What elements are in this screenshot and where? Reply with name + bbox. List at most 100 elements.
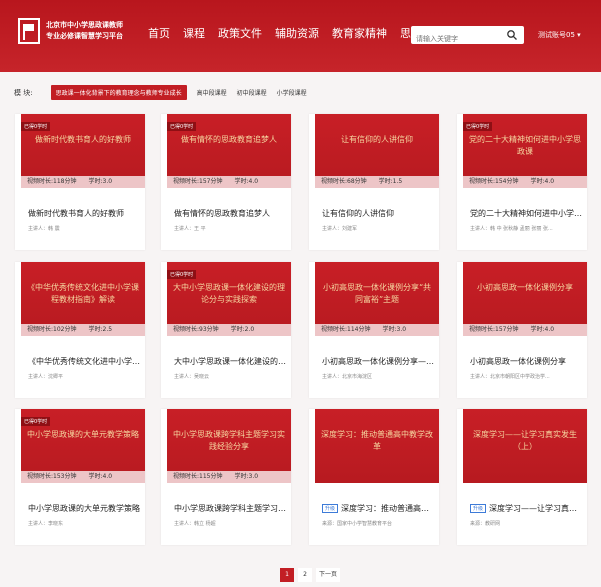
course-title-text: 做有情怀的思政教育追梦人	[174, 209, 270, 218]
course-speaker: 主讲人：刘建军	[322, 226, 358, 232]
course-card[interactable]: 《中华优秀传统文化进中小学课程教材指南》解读视频时长:102分钟 学时:2.5 《…	[15, 262, 145, 398]
pagination: 1 2 下一页	[280, 568, 340, 582]
course-card[interactable]: 做新时代教书育人的好教师 已得0学时视频时长:118分钟 学时:3.0 做新时代教书…	[15, 114, 145, 250]
course-card[interactable]: 让有信仰的人讲信仰 视频时长:68分钟 学时:1.5 让有信仰的人讲信仰 主讲人：刘建…	[309, 114, 439, 250]
filter-chip-middle-school[interactable]: 初中段课程	[237, 88, 267, 97]
course-speaker: 主讲人：北京市朝阳区中学政治学...	[470, 374, 550, 380]
course-title[interactable]: 大中小学思政课一体化建设的理...	[174, 356, 288, 367]
course-title-text: 大中小学思政课一体化建设的理...	[174, 357, 288, 366]
thumbnail-title: 深度学习——让学习真实发生（上）	[473, 430, 577, 451]
nav-home[interactable]: 首页	[148, 25, 170, 41]
course-meta: 视频时长:154分钟 学时:4.0	[463, 176, 587, 188]
course-title-text: 让有信仰的人讲信仰	[322, 209, 394, 218]
course-title-text: 小初高思政一体化课例分享——...	[322, 357, 436, 366]
earned-hours-badge: 已得0学时	[167, 122, 197, 131]
course-meta: 视频时长:114分钟 学时:3.0	[315, 324, 439, 336]
course-meta: 视频时长:157分钟 学时:4.0	[463, 324, 587, 336]
thumbnail-title: 小初高思政一体化课例分享“共同富裕”主题	[322, 283, 432, 304]
thumbnail-title: 做有情怀的思政教育追梦人	[181, 135, 277, 144]
course-meta: 视频时长:157分钟 学时:4.0	[167, 176, 291, 188]
course-title-text: 做新时代教书育人的好教师	[28, 209, 124, 218]
course-meta: 视频时长:118分钟 学时:3.0	[21, 176, 145, 188]
upgrade-tag: 升级	[470, 504, 487, 513]
course-speaker: 主讲人：沈卿平	[28, 374, 64, 380]
filter-label: 模 块:	[14, 88, 33, 97]
course-meta: 视频时长:102分钟 学时:2.5	[21, 324, 145, 336]
course-title[interactable]: 升级 深度学习：推动普通高中...	[322, 503, 436, 514]
course-speaker: 来源：国家中小学智慧教育平台	[322, 521, 393, 527]
course-title-text: 小初高思政一体化课例分享	[470, 357, 566, 366]
filter-chip-high-school[interactable]: 高中段课程	[197, 88, 227, 97]
course-title[interactable]: 中小学思政课跨学科主题学习实...	[174, 503, 288, 514]
nav-policy[interactable]: 政策文件	[218, 25, 262, 41]
course-speaker: 主讲人：吴晓云	[174, 374, 210, 380]
course-title[interactable]: 《中华优秀传统文化进中小学课...	[28, 356, 142, 367]
thumbnail-title: 小初高思政一体化课例分享	[477, 283, 573, 292]
course-meta: 视频时长:115分钟 学时:3.0	[167, 471, 291, 483]
course-card[interactable]: 小初高思政一体化课例分享 视频时长:157分钟 学时:4.0 小初高思政一体化课例分…	[457, 262, 587, 398]
thumbnail-title: 让有信仰的人讲信仰	[341, 135, 413, 144]
course-title-text: 《中华优秀传统文化进中小学课...	[28, 357, 142, 366]
search-icon[interactable]	[506, 29, 518, 41]
course-speaker: 主讲人：王 平	[174, 226, 206, 232]
upgrade-tag: 升级	[322, 504, 339, 513]
user-menu[interactable]: 测试账号05 ▾	[538, 30, 581, 40]
earned-hours-badge: 已得0学时	[21, 122, 51, 131]
site-name[interactable]: 北京市中小学思政课教师 专业必修课智慧学习平台	[46, 20, 123, 42]
search-box	[411, 26, 524, 48]
course-speaker: 来源：教研网	[470, 521, 501, 527]
module-filter: 模 块: 思政课一体化背景下的教育理念与教师专业成长 高中段课程 初中段课程 小…	[14, 85, 317, 100]
course-thumbnail[interactable]: 深度学习：推动普通高中教学改革	[315, 409, 439, 483]
course-speaker: 主讲人：北京市海淀区	[322, 374, 373, 380]
course-card[interactable]: 党的二十大精神如何进中小学思政课 已得0学时 视频时长:154分钟 学时:4.0 党的…	[457, 114, 587, 250]
course-speaker: 主讲人：韩 中 张秋静 孟丽 张丽 张...	[470, 226, 553, 232]
course-title[interactable]: 让有信仰的人讲信仰	[322, 208, 436, 219]
earned-hours-badge: 已得0学时	[21, 417, 51, 426]
earned-hours-badge: 已得0学时	[463, 122, 493, 131]
thumbnail-title: 做新时代教书育人的好教师	[35, 135, 131, 144]
course-title[interactable]: 小初高思政一体化课例分享	[470, 356, 584, 367]
course-title[interactable]: 中小学思政课的大单元教学策略	[28, 503, 142, 514]
search-input[interactable]	[411, 30, 501, 48]
site-name-line2: 专业必修课智慧学习平台	[46, 32, 123, 40]
page-2-button[interactable]: 2	[298, 568, 312, 582]
filter-chip-active[interactable]: 思政课一体化背景下的教育理念与教师专业成长	[50, 85, 187, 100]
course-card[interactable]: 深度学习——让学习真实发生（上） 升级 深度学习——让学习真实... 来源：教研网	[457, 409, 587, 545]
course-meta: 视频时长:93分钟 学时:2.0	[167, 324, 291, 336]
course-card[interactable]: 中小学思政课的大单元教学策略 已得0学时 视频时长:153分钟 学时:4.0 中小学思…	[15, 409, 145, 545]
course-speaker: 主讲人：韩 震	[28, 226, 60, 232]
course-title-text: 中小学思政课的大单元教学策略	[28, 504, 140, 513]
next-page-button[interactable]: 下一页	[316, 568, 340, 582]
course-title[interactable]: 做有情怀的思政教育追梦人	[174, 208, 288, 219]
thumbnail-title: 《中华优秀传统文化进中小学课程教材指南》解读	[27, 283, 139, 304]
course-title-text: 党的二十大精神如何进中小学思...	[470, 209, 584, 218]
course-title[interactable]: 小初高思政一体化课例分享——...	[322, 356, 436, 367]
course-meta: 视频时长:153分钟 学时:4.0	[21, 471, 145, 483]
course-card[interactable]: 小初高思政一体化课例分享“共同富裕”主题视频时长:114分钟 学时:3.0 小初高…	[309, 262, 439, 398]
course-card[interactable]: 中小学思政课跨学科主题学习实践经验分享 视频时长:115分钟 学时:3.0 中小学思…	[161, 409, 291, 545]
course-title[interactable]: 做新时代教书育人的好教师	[28, 208, 142, 219]
nav-courses[interactable]: 课程	[183, 25, 205, 41]
thumbnail-title: 大中小学思政课一体化建设的理论分与实践探索	[173, 283, 285, 304]
course-title-text: 深度学习——让学习真实...	[489, 504, 584, 513]
course-title[interactable]: 升级 深度学习——让学习真实...	[470, 503, 584, 514]
page-1-button[interactable]: 1	[280, 568, 294, 582]
course-speaker: 主讲人：李晓东	[28, 521, 64, 527]
course-thumbnail[interactable]: 深度学习——让学习真实发生（上）	[463, 409, 587, 483]
site-logo-icon[interactable]	[18, 18, 40, 44]
course-card[interactable]: 深度学习：推动普通高中教学改革升级 深度学习：推动普通高中... 来源：国家中小学智…	[309, 409, 439, 545]
course-meta: 视频时长:68分钟 学时:1.5	[315, 176, 439, 188]
nav-resources[interactable]: 辅助资源	[275, 25, 319, 41]
course-title-text: 深度学习：推动普通高中...	[341, 504, 436, 513]
course-card[interactable]: 大中小学思政课一体化建设的理论分与实践探索 已得0学时视频时长:93分钟 学时:2…	[161, 262, 291, 398]
header-bar: 北京市中小学思政课教师 专业必修课智慧学习平台 首页 课程 政策文件 辅助资源 …	[0, 0, 601, 72]
course-speaker: 主讲人：韩立 杨超	[174, 521, 216, 527]
nav-educator-spirit[interactable]: 教育家精神	[332, 25, 387, 41]
course-title-text: 中小学思政课跨学科主题学习实...	[174, 504, 288, 513]
main-content: 模 块: 思政课一体化背景下的教育理念与教师专业成长 高中段课程 初中段课程 小…	[0, 72, 601, 587]
course-card[interactable]: 做有情怀的思政教育追梦人 已得0学时视频时长:157分钟 学时:4.0 做有情怀的思…	[161, 114, 291, 250]
course-title[interactable]: 党的二十大精神如何进中小学思...	[470, 208, 584, 219]
earned-hours-badge: 已得0学时	[167, 270, 197, 279]
filter-chip-primary-school[interactable]: 小学段课程	[277, 88, 307, 97]
site-name-line1: 北京市中小学思政课教师	[46, 21, 123, 29]
